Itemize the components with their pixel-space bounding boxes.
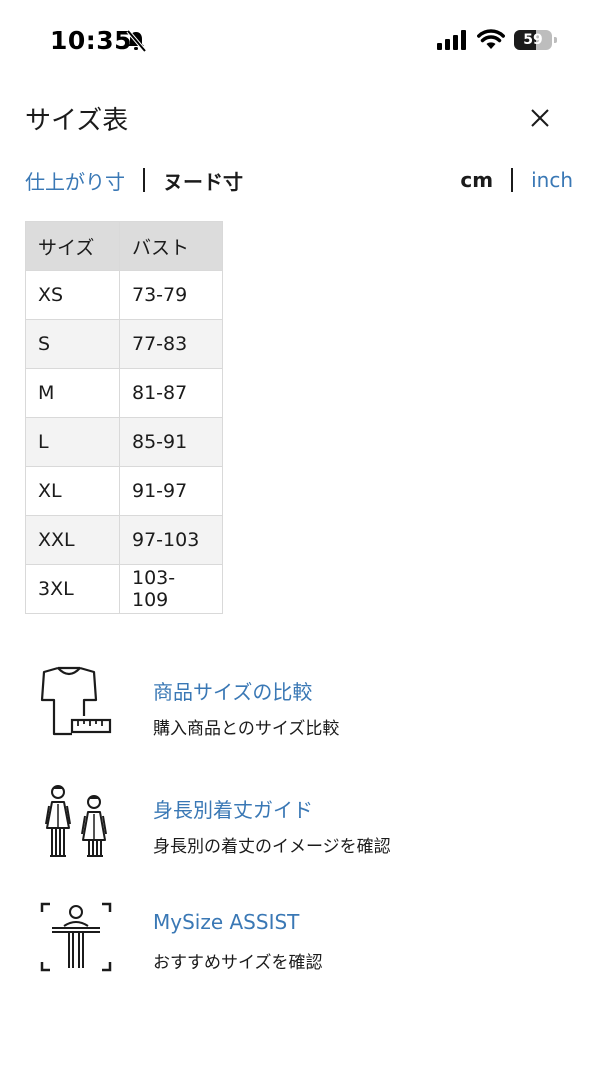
size-cell: XS: [25, 270, 120, 320]
bust-cell: 97-103: [119, 515, 223, 565]
column-header-bust: バスト: [119, 221, 223, 271]
divider: [143, 168, 145, 192]
column-header-size: サイズ: [25, 221, 120, 271]
height-length-guide-link[interactable]: 身長別着丈ガイド 身長別の着丈のイメージを確認: [36, 782, 576, 862]
inch-unit-tab[interactable]: inch: [531, 168, 573, 192]
size-cell: 3XL: [25, 564, 120, 614]
divider: [511, 168, 514, 192]
bust-cell: 91-97: [119, 466, 223, 516]
size-cell: L: [25, 417, 120, 467]
link-subtitle: 購入商品とのサイズ比較: [153, 719, 340, 739]
size-cell: XL: [25, 466, 120, 516]
table-row: 3XL 103-109: [25, 564, 223, 614]
body-scan-icon: [40, 902, 112, 972]
page-title: サイズ表: [25, 106, 129, 136]
people-height-icon: [45, 785, 107, 857]
link-title[interactable]: 身長別着丈ガイド: [153, 794, 313, 823]
signal-icon: [437, 30, 466, 50]
table-row: XS 73-79: [25, 270, 223, 320]
table-header-row: サイズ バスト: [25, 221, 223, 271]
status-time: 10:35: [50, 26, 133, 55]
bust-cell: 85-91: [119, 417, 223, 467]
bust-cell: 103-109: [119, 564, 223, 614]
measurement-type-toggle: 仕上がり寸 ヌード寸: [25, 164, 243, 196]
wifi-icon: [477, 29, 505, 49]
cm-unit-tab[interactable]: cm: [460, 168, 493, 192]
battery-level: 59: [523, 32, 543, 48]
link-subtitle: おすすめサイズを確認: [153, 953, 323, 973]
mysize-assist-link[interactable]: MySize ASSIST おすすめサイズを確認: [36, 898, 576, 978]
status-bar: 10:35 59: [0, 0, 599, 80]
bell-slash-icon: [126, 30, 146, 52]
bust-cell: 77-83: [119, 319, 223, 369]
table-row: XXL 97-103: [25, 515, 223, 565]
table-row: XL 91-97: [25, 466, 223, 516]
size-cell: S: [25, 319, 120, 369]
size-cell: M: [25, 368, 120, 418]
bust-cell: 73-79: [119, 270, 223, 320]
battery-icon: 59: [514, 30, 558, 50]
unit-toggle: cm inch: [460, 164, 573, 196]
table-row: S 77-83: [25, 319, 223, 369]
close-icon[interactable]: [526, 104, 554, 132]
table-row: L 85-91: [25, 417, 223, 467]
table-row: M 81-87: [25, 368, 223, 418]
bust-cell: 81-87: [119, 368, 223, 418]
nude-size-tab[interactable]: ヌード寸: [163, 166, 243, 195]
size-table: サイズ バスト XS 73-79 S 77-83 M 81-87 L 85-91…: [25, 221, 223, 614]
size-cell: XXL: [25, 515, 120, 565]
link-title[interactable]: 商品サイズの比較: [153, 676, 312, 705]
product-size-compare-link[interactable]: 商品サイズの比較 購入商品とのサイズ比較: [36, 664, 576, 744]
finished-size-tab[interactable]: 仕上がり寸: [25, 166, 125, 195]
tshirt-ruler-icon: [40, 666, 112, 736]
link-title[interactable]: MySize ASSIST: [153, 910, 299, 934]
link-subtitle: 身長別の着丈のイメージを確認: [153, 837, 391, 857]
